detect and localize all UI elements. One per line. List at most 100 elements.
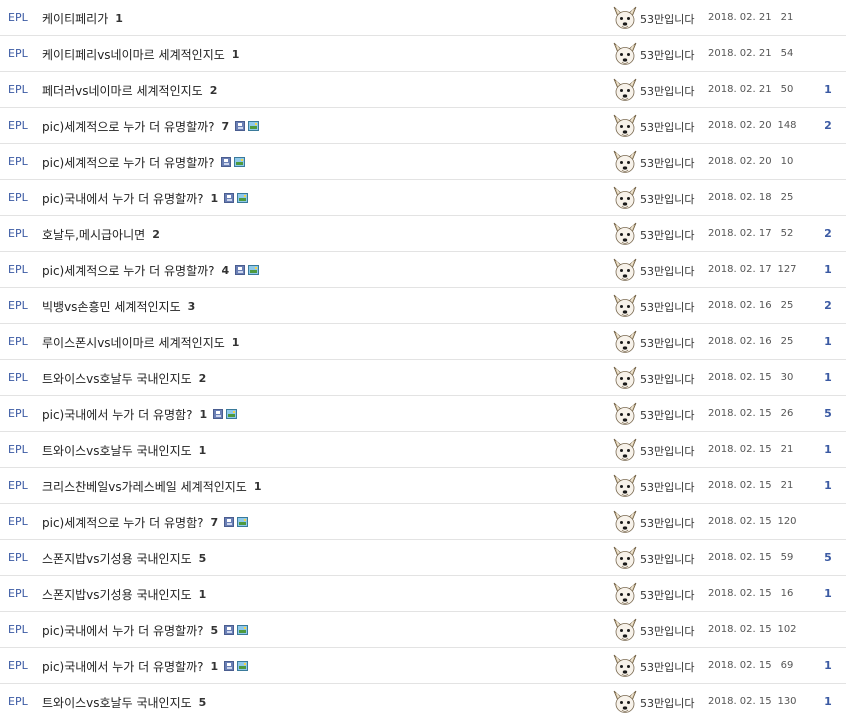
post-author[interactable]: 53만입니다 (640, 515, 694, 531)
post-category[interactable]: EPL (8, 623, 28, 636)
post-author[interactable]: 53만입니다 (640, 47, 694, 63)
post-row[interactable]: EPL 호날두,메시급아니면 2 53만입니다 2018. 02. 17 52 2 (0, 216, 846, 252)
post-category[interactable]: EPL (8, 335, 28, 348)
post-title[interactable]: pic)세계적으로 누가 더 유명할까? (42, 118, 215, 135)
post-author[interactable]: 53만입니다 (640, 695, 694, 711)
post-author[interactable]: 53만입니다 (640, 299, 694, 315)
dog-avatar-icon[interactable] (612, 149, 638, 175)
post-title[interactable]: 케이티페리vs네이마르 세계적인지도 (42, 46, 225, 63)
dog-avatar-icon[interactable] (612, 401, 638, 427)
post-title[interactable]: 트와이스vs호날두 국내인지도 (42, 442, 192, 459)
post-category[interactable]: EPL (8, 47, 28, 60)
post-author[interactable]: 53만입니다 (640, 83, 694, 99)
post-author[interactable]: 53만입니다 (640, 623, 694, 639)
post-title[interactable]: pic)국내에서 누가 더 유명할까? (42, 658, 203, 675)
post-row[interactable]: EPL 트와이스vs호날두 국내인지도 5 53만입니다 2018. 02. 15 130… (0, 684, 846, 717)
post-category[interactable]: EPL (8, 11, 28, 24)
dog-avatar-icon[interactable] (612, 293, 638, 319)
dog-avatar-icon[interactable] (612, 365, 638, 391)
post-row[interactable]: EPL pic)세계적으로 누가 더 유명할까? 4 53만입니다 2018. 02. … (0, 252, 846, 288)
post-row[interactable]: EPL pic)국내에서 누가 더 유명함? 1 53만입니다 2018. 02. 15… (0, 396, 846, 432)
post-author[interactable]: 53만입니다 (640, 263, 694, 279)
post-row[interactable]: EPL 트와이스vs호날두 국내인지도 2 53만입니다 2018. 02. 15 30 1 (0, 360, 846, 396)
post-category[interactable]: EPL (8, 191, 28, 204)
post-row[interactable]: EPL 루이스폰시vs네이마르 세계적인지도 1 53만입니다 2018. 02. 16… (0, 324, 846, 360)
post-category[interactable]: EPL (8, 587, 28, 600)
post-title[interactable]: 스폰지밥vs기성용 국내인지도 (42, 550, 192, 567)
post-title[interactable]: 크리스찬베일vs가레스베일 세계적인지도 (42, 478, 247, 495)
post-row[interactable]: EPL 케이티페리가 1 53만입니다 2018. 02. 21 21 (0, 0, 846, 36)
post-category[interactable]: EPL (8, 83, 28, 96)
post-author[interactable]: 53만입니다 (640, 587, 694, 603)
post-category[interactable]: EPL (8, 155, 28, 168)
post-title[interactable]: 루이스폰시vs네이마르 세계적인지도 (42, 334, 225, 351)
dog-avatar-icon[interactable] (612, 257, 638, 283)
post-title[interactable]: 케이티페리가 (42, 10, 108, 27)
post-row[interactable]: EPL pic)국내에서 누가 더 유명할까? 1 53만입니다 2018. 02. 1… (0, 648, 846, 684)
post-category[interactable]: EPL (8, 227, 28, 240)
post-row[interactable]: EPL pic)세계적으로 누가 더 유명함? 7 53만입니다 2018. 02. 1… (0, 504, 846, 540)
post-row[interactable]: EPL 트와이스vs호날두 국내인지도 1 53만입니다 2018. 02. 15 21 1 (0, 432, 846, 468)
dog-avatar-icon[interactable] (612, 509, 638, 535)
dog-avatar-icon[interactable] (612, 653, 638, 679)
post-author[interactable]: 53만입니다 (640, 11, 694, 27)
post-author[interactable]: 53만입니다 (640, 155, 694, 171)
dog-avatar-icon[interactable] (612, 545, 638, 571)
post-category[interactable]: EPL (8, 515, 28, 528)
post-author[interactable]: 53만입니다 (640, 443, 694, 459)
dog-avatar-icon[interactable] (612, 113, 638, 139)
post-row[interactable]: EPL 케이티페리vs네이마르 세계적인지도 1 53만입니다 2018. 02. 21… (0, 36, 846, 72)
dog-avatar-icon[interactable] (612, 329, 638, 355)
post-title[interactable]: 트와이스vs호날두 국내인지도 (42, 694, 192, 711)
dog-avatar-icon[interactable] (612, 185, 638, 211)
post-author[interactable]: 53만입니다 (640, 659, 694, 675)
post-category[interactable]: EPL (8, 443, 28, 456)
post-author[interactable]: 53만입니다 (640, 479, 694, 495)
post-category[interactable]: EPL (8, 407, 28, 420)
post-category[interactable]: EPL (8, 119, 28, 132)
post-category[interactable]: EPL (8, 479, 28, 492)
post-category[interactable]: EPL (8, 551, 28, 564)
post-author[interactable]: 53만입니다 (640, 335, 694, 351)
post-author[interactable]: 53만입니다 (640, 551, 694, 567)
post-row[interactable]: EPL 스폰지밥vs기성용 국내인지도 1 53만입니다 2018. 02. 15 16 1 (0, 576, 846, 612)
post-title[interactable]: pic)세계적으로 누가 더 유명함? (42, 514, 203, 531)
dog-avatar-icon[interactable] (612, 473, 638, 499)
post-title[interactable]: pic)국내에서 누가 더 유명할까? (42, 190, 203, 207)
dog-avatar-icon[interactable] (612, 689, 638, 715)
post-category[interactable]: EPL (8, 371, 28, 384)
post-category[interactable]: EPL (8, 695, 28, 708)
post-row[interactable]: EPL pic)국내에서 누가 더 유명할까? 5 53만입니다 2018. 02. 1… (0, 612, 846, 648)
post-row[interactable]: EPL 크리스찬베일vs가레스베일 세계적인지도 1 53만입니다 2018. 02. … (0, 468, 846, 504)
post-row[interactable]: EPL 페더러vs네이마르 세계적인지도 2 53만입니다 2018. 02. 21 50… (0, 72, 846, 108)
post-row[interactable]: EPL pic)세계적으로 누가 더 유명할까? 53만입니다 2018. 02. 2… (0, 144, 846, 180)
post-title[interactable]: 트와이스vs호날두 국내인지도 (42, 370, 192, 387)
post-title[interactable]: 스폰지밥vs기성용 국내인지도 (42, 586, 192, 603)
post-category[interactable]: EPL (8, 263, 28, 276)
post-title[interactable]: pic)국내에서 누가 더 유명할까? (42, 622, 203, 639)
dog-avatar-icon[interactable] (612, 5, 638, 31)
dog-avatar-icon[interactable] (612, 617, 638, 643)
dog-avatar-icon[interactable] (612, 41, 638, 67)
post-row[interactable]: EPL pic)세계적으로 누가 더 유명할까? 7 53만입니다 2018. 02. … (0, 108, 846, 144)
post-author[interactable]: 53만입니다 (640, 407, 694, 423)
post-row[interactable]: EPL 빅뱅vs손흥민 세계적인지도 3 53만입니다 2018. 02. 16 25 2 (0, 288, 846, 324)
post-author[interactable]: 53만입니다 (640, 191, 694, 207)
post-title[interactable]: pic)국내에서 누가 더 유명함? (42, 406, 192, 423)
post-author[interactable]: 53만입니다 (640, 227, 694, 243)
dog-avatar-icon[interactable] (612, 221, 638, 247)
post-row[interactable]: EPL 스폰지밥vs기성용 국내인지도 5 53만입니다 2018. 02. 15 59 5 (0, 540, 846, 576)
dog-avatar-icon[interactable] (612, 437, 638, 463)
post-title[interactable]: pic)세계적으로 누가 더 유명할까? (42, 154, 215, 171)
post-author[interactable]: 53만입니다 (640, 119, 694, 135)
post-author[interactable]: 53만입니다 (640, 371, 694, 387)
dog-avatar-icon[interactable] (612, 581, 638, 607)
post-title[interactable]: 호날두,메시급아니면 (42, 226, 145, 243)
post-category[interactable]: EPL (8, 299, 28, 312)
post-title[interactable]: 페더러vs네이마르 세계적인지도 (42, 82, 203, 99)
post-row[interactable]: EPL pic)국내에서 누가 더 유명할까? 1 53만입니다 2018. 02. 1… (0, 180, 846, 216)
dog-avatar-icon[interactable] (612, 77, 638, 103)
post-title[interactable]: 빅뱅vs손흥민 세계적인지도 (42, 298, 181, 315)
post-category[interactable]: EPL (8, 659, 28, 672)
post-title[interactable]: pic)세계적으로 누가 더 유명할까? (42, 262, 215, 279)
